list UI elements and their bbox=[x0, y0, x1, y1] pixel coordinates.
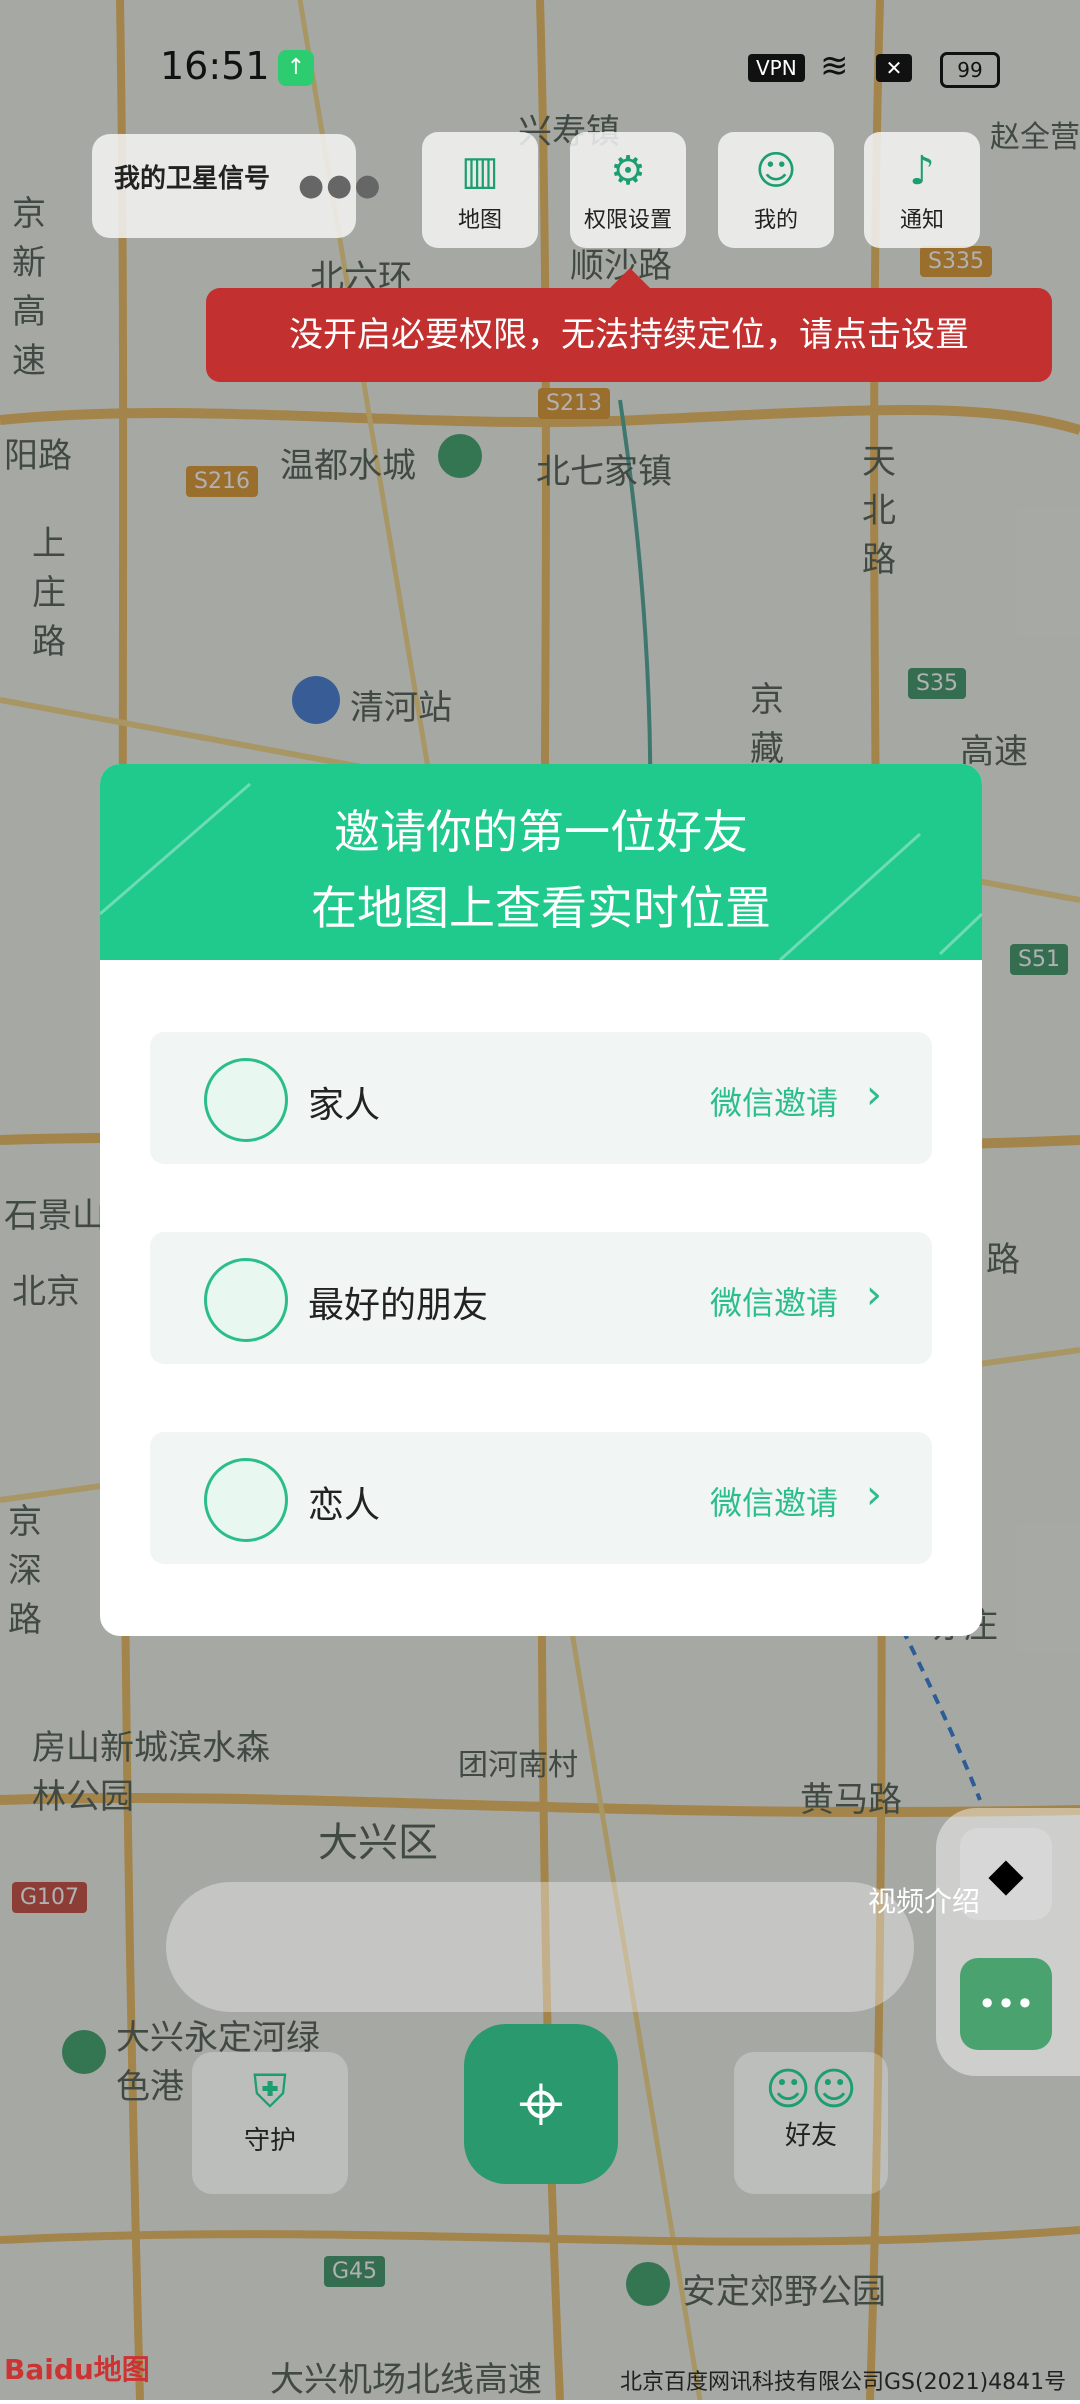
permission-warning-banner[interactable]: 没开启必要权限，无法持续定位，请点击设置 bbox=[206, 268, 1052, 382]
vpn-badge: VPN bbox=[748, 54, 805, 82]
family-avatar-icon bbox=[204, 1058, 288, 1142]
chevron-right-icon: › bbox=[866, 1072, 882, 1118]
invite-friend-modal: 邀请你的第一位好友 在地图上查看实时位置 家人 微信邀请 › 最好的朋友 微信邀… bbox=[100, 764, 982, 1636]
battery-indicator: 99 bbox=[940, 52, 1000, 88]
friend-avatar-icon bbox=[204, 1258, 288, 1342]
wechat-invite-link[interactable]: 微信邀请 bbox=[710, 1478, 838, 1524]
wechat-invite-link[interactable]: 微信邀请 bbox=[710, 1278, 838, 1324]
guard-label: 守护 bbox=[243, 2126, 296, 2156]
modal-title-line1: 邀请你的第一位好友 bbox=[334, 805, 748, 859]
invite-row-label: 恋人 bbox=[308, 1485, 381, 1526]
video-intro-label[interactable]: 视频介绍 bbox=[868, 1880, 980, 1920]
status-time: 16:51 bbox=[160, 44, 270, 88]
nav-profile-button[interactable]: ☺ 我的 bbox=[718, 132, 834, 248]
invite-row-best-friend[interactable]: 最好的朋友 微信邀请 › bbox=[150, 1232, 932, 1364]
invite-row-label: 家人 bbox=[308, 1085, 381, 1126]
bell-icon: ♪ bbox=[909, 148, 935, 194]
nav-map-label: 地图 bbox=[457, 208, 502, 233]
baidu-logo: Baidu地图 bbox=[4, 2353, 150, 2386]
shield-icon: ⛨ bbox=[252, 2064, 288, 2118]
wechat-invite-link[interactable]: 微信邀请 bbox=[710, 1078, 838, 1124]
chevron-right-icon: › bbox=[866, 1472, 882, 1518]
nav-profile-label: 我的 bbox=[753, 208, 798, 233]
satellite-signal-dots: ●●● bbox=[298, 168, 383, 203]
upload-icon: ↑ bbox=[278, 50, 314, 86]
satellite-signal-label: 我的卫星信号 bbox=[114, 164, 271, 194]
nav-map-button[interactable]: ▥ 地图 bbox=[422, 132, 538, 248]
more-button[interactable]: ••• bbox=[960, 1958, 1052, 2050]
satellite-signal-card[interactable]: 我的卫星信号 ●●● bbox=[92, 134, 381, 238]
modal-title-line2: 在地图上查看实时位置 bbox=[311, 881, 771, 935]
bottom-search-pill[interactable] bbox=[166, 1882, 914, 2012]
map-icon: ▥ bbox=[461, 148, 499, 194]
modal-header: 邀请你的第一位好友 在地图上查看实时位置 bbox=[100, 764, 982, 960]
friends-icon: ☺☺ bbox=[765, 2064, 857, 2115]
couple-avatar-icon bbox=[204, 1458, 288, 1542]
nav-notification-label: 通知 bbox=[899, 208, 944, 233]
invite-row-lover[interactable]: 恋人 微信邀请 › bbox=[150, 1432, 932, 1564]
invite-row-family[interactable]: 家人 微信邀请 › bbox=[150, 1032, 932, 1164]
sim-off-icon: ✕ bbox=[876, 54, 912, 82]
map-copyright: 北京百度网讯科技有限公司GS(2021)4841号 bbox=[620, 2370, 1067, 2395]
locate-button[interactable]: ⌖ bbox=[464, 2024, 618, 2184]
permission-settings-icon: ⚙ bbox=[610, 148, 646, 194]
invite-row-label: 最好的朋友 bbox=[308, 1285, 489, 1326]
friends-label: 好友 bbox=[784, 2121, 837, 2151]
wifi-icon: ≋ bbox=[820, 46, 849, 86]
side-panel: ◆ ••• bbox=[936, 1808, 1080, 2076]
nav-notification-button[interactable]: ♪ 通知 bbox=[864, 132, 980, 248]
status-bar: 16:51 ↑ VPN ≋ ✕ 99 bbox=[0, 0, 1080, 136]
friends-button[interactable]: ☺☺ 好友 bbox=[734, 2052, 888, 2194]
guard-button[interactable]: ⛨ 守护 bbox=[192, 2052, 348, 2194]
profile-icon: ☺ bbox=[755, 148, 797, 194]
nav-permission-button[interactable]: ⚙ 权限设置 bbox=[570, 132, 686, 248]
nav-permission-label: 权限设置 bbox=[583, 208, 672, 233]
crosshair-icon: ⌖ bbox=[518, 2057, 564, 2150]
chevron-right-icon: › bbox=[866, 1272, 882, 1318]
